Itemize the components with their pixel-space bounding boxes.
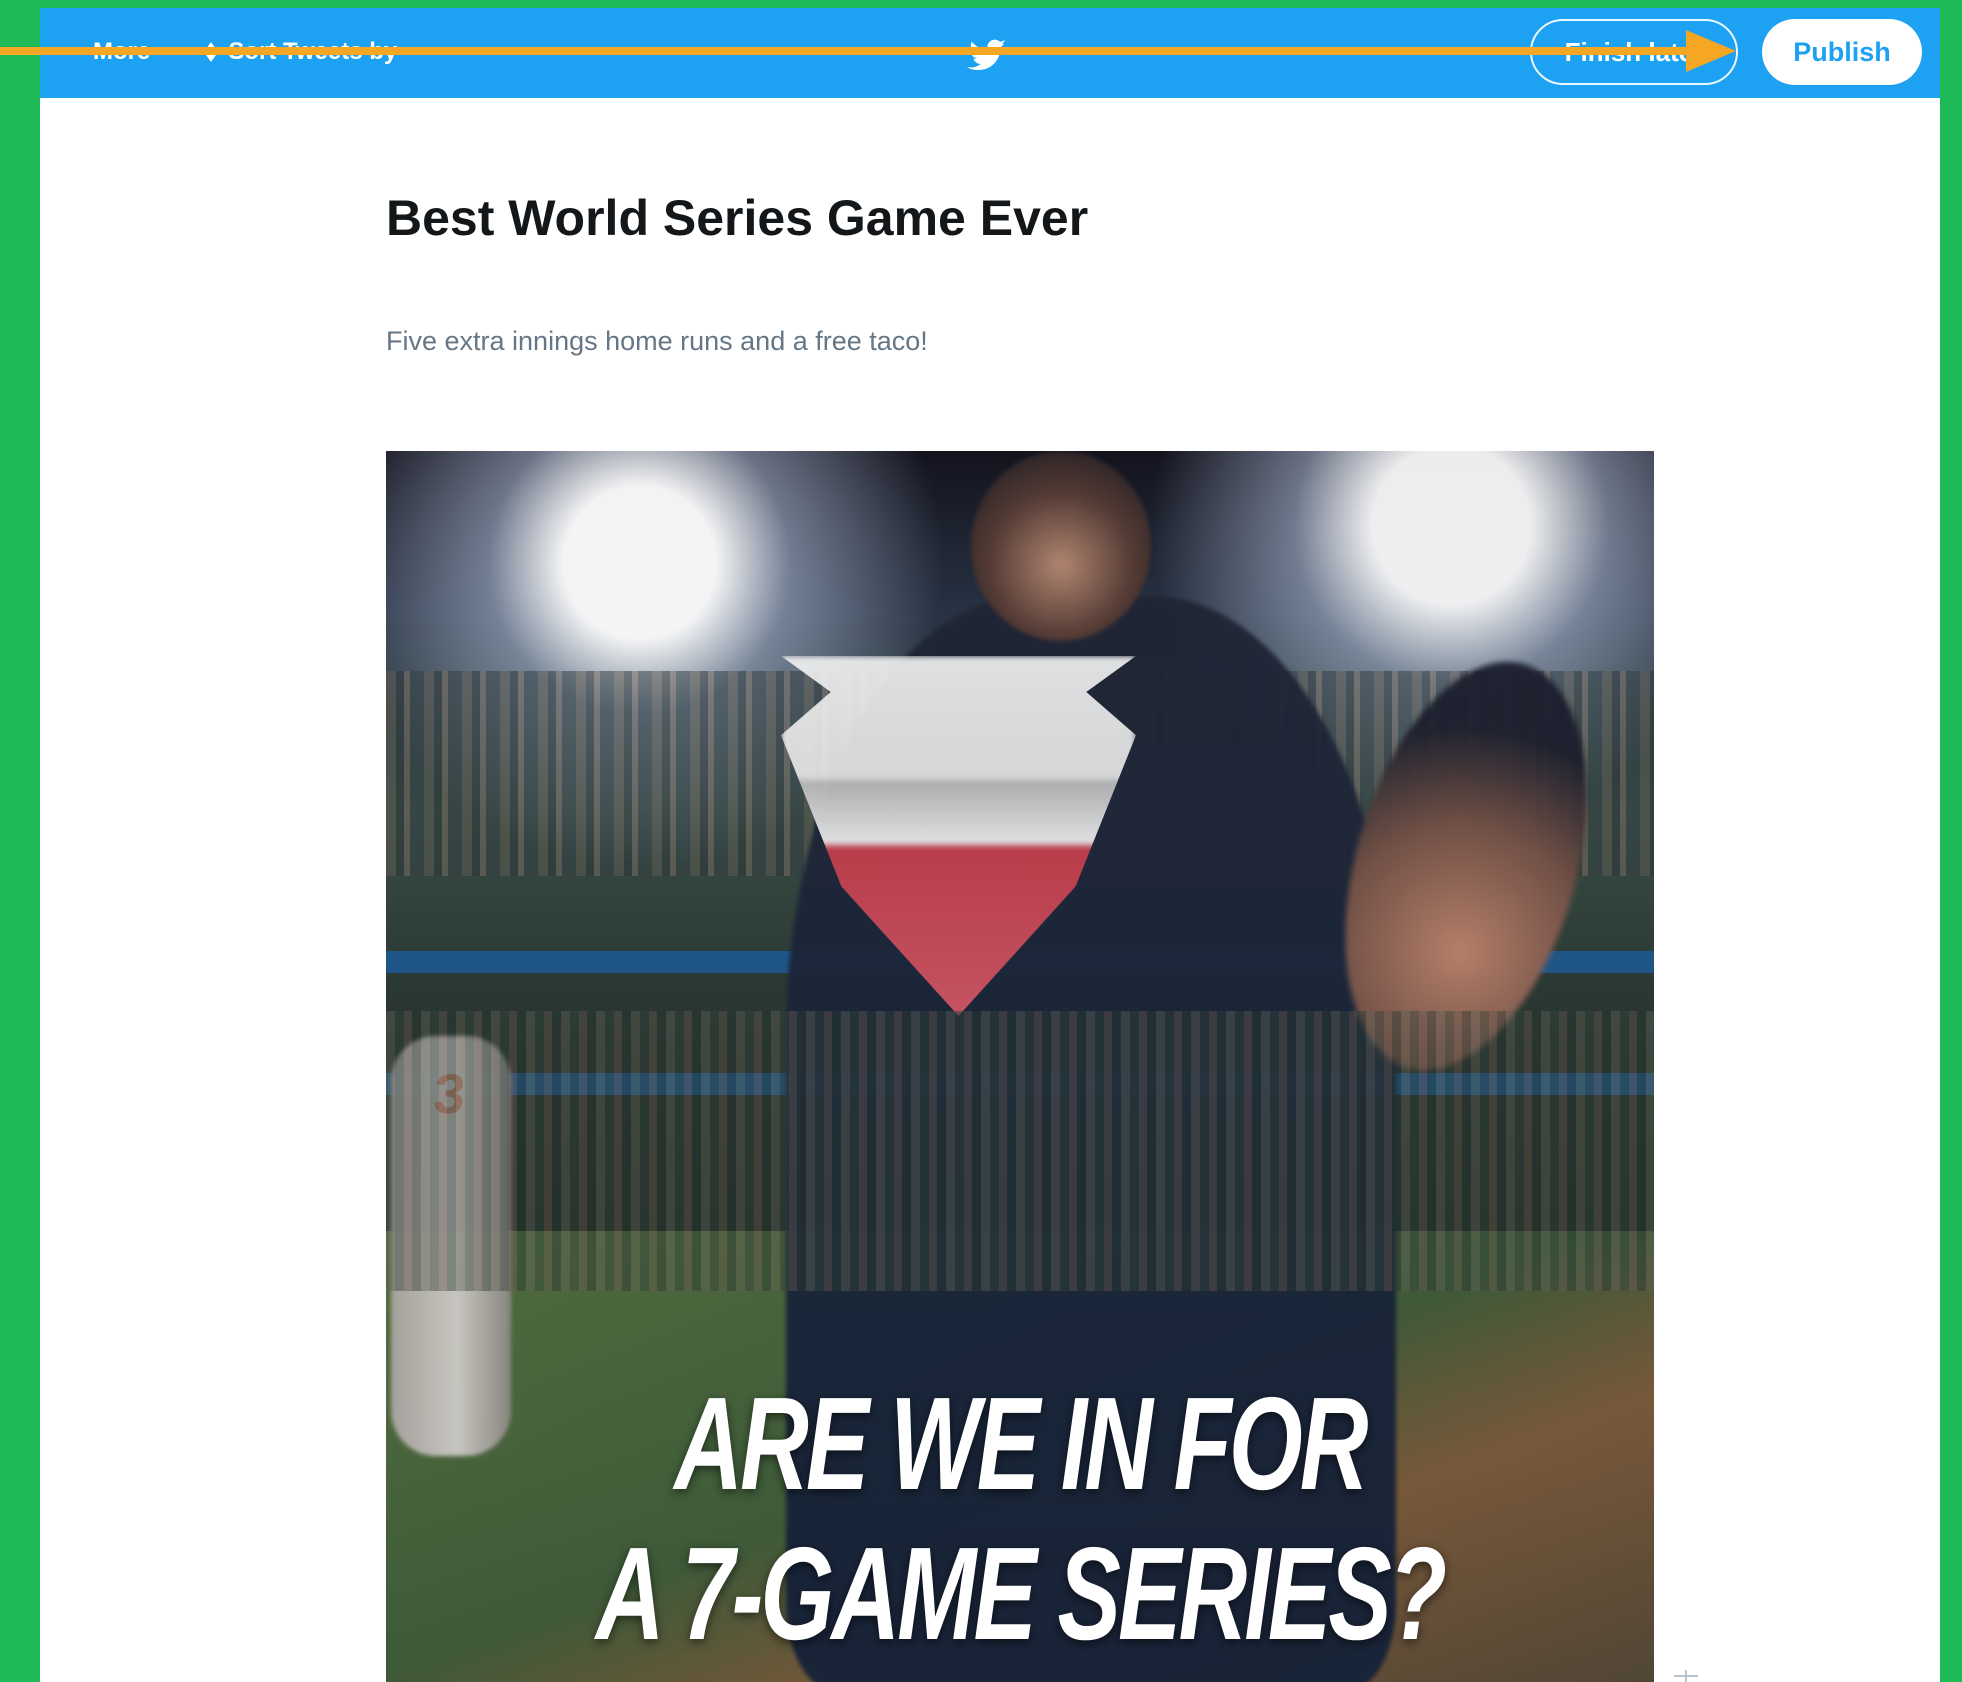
sort-tweets-label: Sort Tweets by: [228, 38, 398, 65]
sort-arrows-icon: [206, 42, 217, 62]
stadium-banner: [386, 1073, 1654, 1095]
more-button[interactable]: More: [60, 38, 150, 66]
baseball-player: [391, 1036, 511, 1456]
toolbar-left-actions: More Sort Tweets by: [60, 32, 397, 72]
video-overlay-caption: ARE WE IN FOR A 7-GAME SERIES?: [564, 1369, 1477, 1669]
reorder-handle-icon[interactable]: [1672, 1668, 1700, 1682]
finish-later-button[interactable]: Finish later: [1530, 19, 1738, 85]
sort-tweets-button[interactable]: Sort Tweets by: [204, 38, 397, 66]
moment-editor-window: More Sort Tweets by Finish later Publish…: [40, 8, 1940, 1682]
more-label: More: [93, 38, 151, 65]
publish-button[interactable]: Publish: [1762, 19, 1922, 85]
overlay-caption-line-2: A 7-GAME SERIES?: [595, 1520, 1447, 1667]
moment-title[interactable]: Best World Series Game Ever: [386, 188, 1386, 248]
player-number: 3: [431, 1062, 468, 1125]
top-toolbar: More Sort Tweets by Finish later Publish: [40, 8, 1940, 98]
moment-description[interactable]: Five extra innings home runs and a free …: [386, 322, 1386, 360]
overlay-caption-line-1: ARE WE IN FOR: [674, 1370, 1368, 1517]
twitter-bird-icon: [967, 39, 1006, 71]
dots-icon: [60, 49, 83, 55]
blurred-head: [971, 451, 1151, 641]
tweet-media-preview[interactable]: 3 ARE WE IN FOR A 7-GAME SERIES?: [386, 451, 1654, 1682]
